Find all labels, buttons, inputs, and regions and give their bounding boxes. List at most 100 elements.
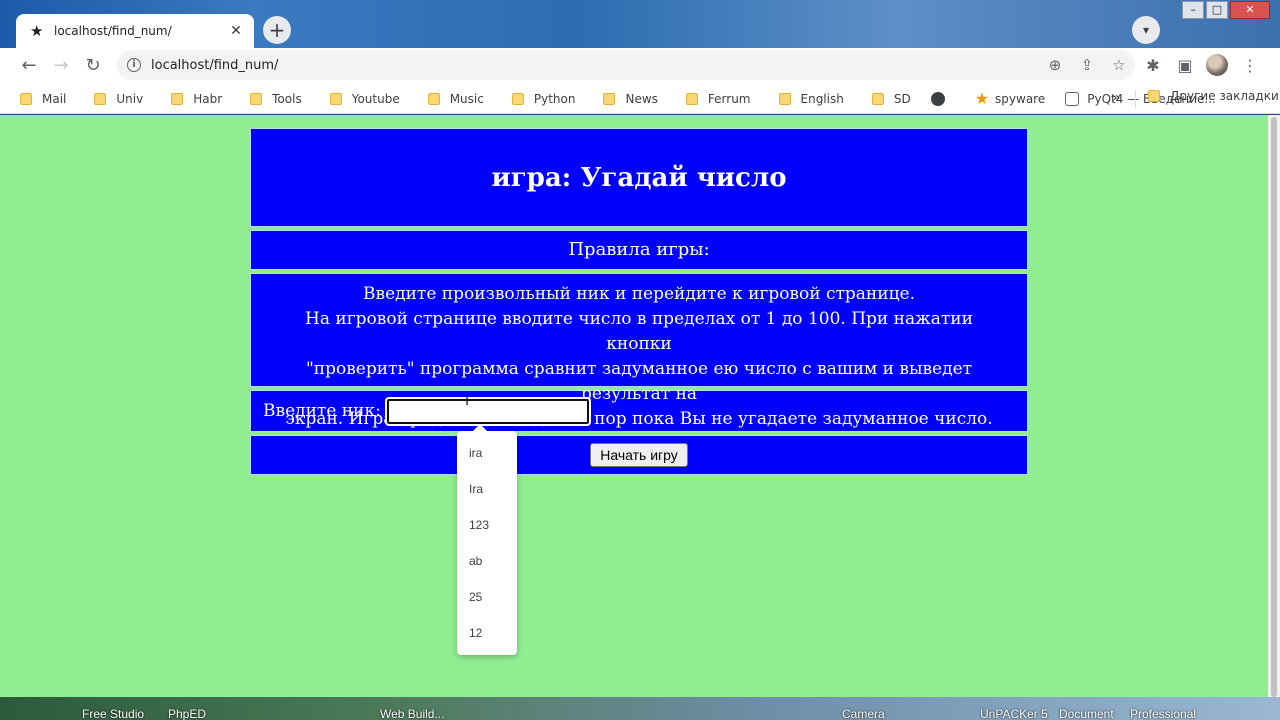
start-game-button[interactable]: Начать игру <box>590 443 688 467</box>
nick-label: Введите ник: <box>263 401 381 421</box>
address-bar[interactable]: i localhost/find_num/ ⊕ ⇪ ☆ <box>117 50 1135 80</box>
rules-line: На игровой странице вводите число в пред… <box>305 309 973 354</box>
autocomplete-item[interactable]: ira <box>457 435 517 471</box>
page-title: игра: Угадай число <box>250 128 1028 227</box>
bookmark-item[interactable]: Mail <box>0 87 74 111</box>
bookmarks-bar: Mail Univ Habr Tools Youtube Music Python News F… <box>0 84 1280 114</box>
new-tab-button[interactable]: + <box>263 16 291 44</box>
reload-icon[interactable]: ↻ <box>80 53 106 79</box>
autocomplete-dropdown: ira Ira 123 ab 25 12 <box>457 424 517 655</box>
browser-titlebar: ★ localhost/find_num/ ✕ + ▾ – □ ✕ <box>0 0 1280 48</box>
start-row: Начать игру <box>250 435 1028 475</box>
bookmark-label: News <box>625 91 658 106</box>
taskbar-item[interactable]: UnPACKer 5 <box>980 707 1048 720</box>
bookmark-label: SD <box>893 91 911 106</box>
close-tab-icon[interactable]: ✕ <box>228 23 244 39</box>
bookmarks-overflow-icon[interactable]: » <box>1112 90 1121 106</box>
bookmark-label: Tools <box>272 91 302 106</box>
tab-search-button[interactable]: ▾ <box>1132 16 1160 44</box>
folder-icon <box>871 92 884 105</box>
profile-avatar[interactable] <box>1206 54 1228 76</box>
folder-icon <box>20 92 32 105</box>
bookmarks-divider <box>1135 90 1136 108</box>
folder-icon <box>250 92 263 105</box>
zoom-icon[interactable]: ⊕ <box>1039 56 1071 74</box>
rules-line: Введите произвольный ник и перейдите к и… <box>363 284 915 304</box>
taskbar-item[interactable]: Document <box>1059 707 1114 720</box>
autocomplete-item[interactable]: 25 <box>457 579 517 615</box>
folder-icon <box>511 92 524 105</box>
page-viewport: игра: Угадай число Правила игры: Введите… <box>0 115 1268 697</box>
bookmark-item[interactable]: News <box>583 87 665 111</box>
folder-icon <box>171 92 184 105</box>
maximize-icon[interactable]: □ <box>1206 1 1228 19</box>
folder-icon <box>329 92 342 105</box>
bookmark-item[interactable]: ★ spyware <box>963 87 1054 111</box>
page-scrollbar[interactable] <box>1268 115 1280 697</box>
bookmark-label: Univ <box>116 91 144 106</box>
nick-input[interactable] <box>384 396 591 426</box>
bookmark-item[interactable]: Music <box>408 87 492 111</box>
rules-text: Введите произвольный ник и перейдите к и… <box>250 273 1028 429</box>
bookmark-item[interactable]: Youtube <box>310 87 408 111</box>
scrollbar-thumb[interactable] <box>1271 117 1277 697</box>
other-bookmarks-folder[interactable]: Другие закладки <box>1144 84 1280 108</box>
taskbar-item[interactable]: Web Build... <box>380 707 444 720</box>
game-panel: игра: Угадай число Правила игры: Введите… <box>250 128 1028 478</box>
window-controls: – □ ✕ <box>1180 1 1270 19</box>
bookmark-label: Habr <box>193 91 223 106</box>
minimize-icon[interactable]: – <box>1182 1 1204 19</box>
autocomplete-item[interactable]: Ira <box>457 471 517 507</box>
side-panel-icon[interactable]: ▣ <box>1172 53 1198 79</box>
share-icon[interactable]: ⇪ <box>1071 56 1103 74</box>
bookmark-item[interactable]: Ferrum <box>666 87 759 111</box>
taskbar-item[interactable]: Professional <box>1130 707 1196 720</box>
other-bookmarks-label: Другие закладки <box>1170 89 1279 103</box>
bookmark-item[interactable]: SD <box>852 87 919 111</box>
bookmark-label: English <box>800 91 844 106</box>
folder-icon <box>778 92 791 105</box>
bookmark-item[interactable]: English <box>759 87 852 111</box>
globe-icon <box>930 91 945 106</box>
folder-icon <box>603 92 616 105</box>
extensions-icon[interactable]: ✱ <box>1140 53 1166 79</box>
autocomplete-item[interactable]: 12 <box>457 615 517 651</box>
autocomplete-item[interactable]: ab <box>457 543 517 579</box>
bookmark-item[interactable]: Tools <box>230 87 310 111</box>
url-text[interactable]: localhost/find_num/ <box>151 58 1039 73</box>
bookmark-label: Python <box>533 91 576 106</box>
back-icon[interactable]: ← <box>16 53 42 79</box>
folder-icon <box>1148 90 1160 102</box>
browser-tab[interactable]: ★ localhost/find_num/ ✕ <box>16 14 254 48</box>
menu-kebab-icon[interactable]: ⋮ <box>1237 53 1263 79</box>
bookmark-label: Ferrum <box>707 91 751 106</box>
taskbar-item[interactable]: Free Studio <box>82 707 144 720</box>
bookmark-label: Youtube <box>351 91 400 106</box>
bookmark-label: Music <box>449 91 484 106</box>
star-icon: ★ <box>974 89 990 108</box>
site-info-icon[interactable]: i <box>127 58 141 72</box>
bookmark-star-icon[interactable]: ☆ <box>1103 56 1135 74</box>
bookmark-label: Mail <box>42 91 67 106</box>
forward-icon[interactable]: → <box>48 53 74 79</box>
taskbar-item[interactable]: Camera <box>842 707 885 720</box>
bookmark-label: spyware <box>995 91 1046 106</box>
bookmark-item[interactable]: Habr <box>151 87 230 111</box>
pyqt-icon <box>1065 91 1080 106</box>
bookmarks-list: Mail Univ Habr Tools Youtube Music Python News F… <box>0 87 1224 111</box>
tab-title: localhost/find_num/ <box>54 24 172 38</box>
browser-toolbar: ← → ↻ i localhost/find_num/ ⊕ ⇪ ☆ ✱ ▣ ⋮ <box>0 48 1280 84</box>
folder-icon <box>94 92 107 105</box>
bookmark-item[interactable]: Python <box>492 87 584 111</box>
folder-icon <box>427 92 440 105</box>
text-cursor-icon: I <box>465 393 470 409</box>
taskbar-item[interactable]: PhpED <box>168 707 206 720</box>
bookmark-item[interactable]: Univ <box>74 87 151 111</box>
close-window-icon[interactable]: ✕ <box>1230 1 1270 19</box>
autocomplete-item[interactable]: 123 <box>457 507 517 543</box>
bookmark-item[interactable] <box>919 87 963 111</box>
star-favicon-icon: ★ <box>30 22 44 40</box>
rules-heading: Правила игры: <box>250 230 1028 270</box>
desktop-taskbar: Free Studio PhpED Web Build... Camera Un… <box>0 697 1280 720</box>
folder-icon <box>685 92 698 105</box>
